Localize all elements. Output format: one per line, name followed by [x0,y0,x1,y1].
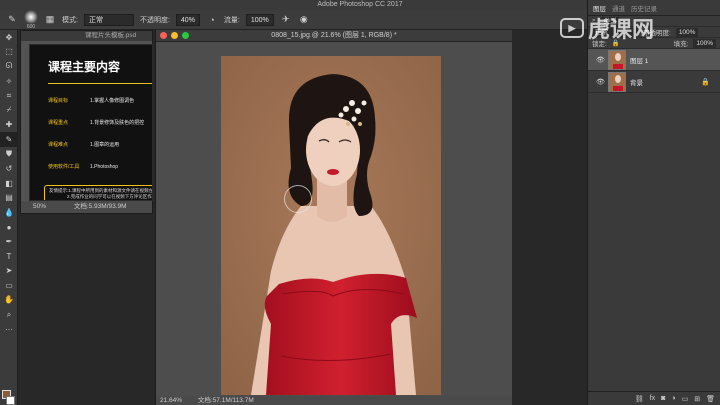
photo-document-tab[interactable]: 0808_15.jpg @ 21.6% (图层 1, RGB/8) * [156,30,512,42]
portrait-canvas[interactable] [221,56,441,395]
marquee-tool-icon[interactable]: ⬚ [0,45,18,60]
slide-document-window: 课程片头模板.psd 课程主要内容 课程目标 1.掌握人像修图调色 课程重点 1.背… [20,30,153,214]
photo-status-bar: 21.64% 文档:57.1M/113.7M [156,396,513,405]
slide-row: 使用软件/工具 1.Photoshop [48,164,119,170]
note-line: 2.完成作业的同学可以在视频下方评论区作 [67,194,152,199]
brush-cursor [284,185,312,213]
slide-note-box: 友情提示:1.课程中所用到的素材和源文件请在视频左 2.完成作业的同学可以在视频… [44,185,152,200]
course-slide-canvas: 课程主要内容 课程目标 1.掌握人像修图调色 课程重点 1.背景修饰及肤色的把控 课… [29,44,153,201]
lasso-tool-icon[interactable]: ᘏ [0,59,18,74]
layer-row-background[interactable]: 👁 背景 🔒 [588,71,720,93]
mode-label: 模式: [62,16,78,24]
pressure-size-icon[interactable]: ◉ [298,14,310,26]
visibility-eye-icon[interactable]: 👁 [596,56,605,64]
watermark: ▶ 虎课网 [560,12,654,44]
close-window-icon[interactable] [160,32,167,39]
pen-tool-icon[interactable]: ✒ [0,234,18,249]
play-icon: ▶ [560,18,584,38]
brush-size-label: 600 [26,23,36,30]
slide-row: 课程难点 1.图章的运用 [48,142,120,148]
layer-thumbnail [608,49,626,70]
zoom-readout[interactable]: 21.64% [160,397,182,404]
eraser-tool-icon[interactable]: ◧ [0,176,18,191]
layer-name: 背景 [630,79,643,87]
fill-field[interactable]: 100% [693,38,716,48]
layer-row-layer1[interactable]: 👁 图层 1 [588,49,720,71]
slide-status-bar: 50% 文档:5.93M/93.9M [21,201,152,213]
window-controls [160,32,189,39]
portrait-photo [221,56,441,395]
link-layers-icon[interactable]: ⛓ [635,395,644,403]
move-tool-icon[interactable]: ✥ [0,30,18,45]
type-tool-icon[interactable]: T [0,249,18,264]
flow-field[interactable]: 100% [245,13,274,26]
doc-size-readout: 文档:5.93M/93.9M [73,203,127,210]
flow-label: 流量: [223,16,240,24]
heading-underline [48,83,152,84]
opacity-label: 不透明度: [139,16,170,24]
layer-style-icon[interactable]: fx [650,395,655,402]
gradient-tool-icon[interactable]: ▤ [0,191,18,206]
zoom-tool-icon[interactable]: ⌕ [0,307,18,322]
doc-size-readout: 文档:57.1M/113.7M [197,397,254,404]
photo-document-window: 0808_15.jpg @ 21.6% (图层 1, RGB/8) * 21.6… [155,30,513,405]
layer-thumbnail [608,71,626,92]
airbrush-icon[interactable]: ✈ [280,14,292,26]
brush-tool-icon[interactable]: ✎ [6,14,18,26]
brush-settings-icon[interactable]: ▦ [44,14,56,26]
fill-label: 填充: [673,41,689,48]
workspace-background [512,30,587,405]
watermark-text: 虎课网 [588,17,655,42]
slide-heading: 课程主要内容 [48,60,121,74]
delete-layer-icon[interactable]: 🗑 [706,395,715,403]
hand-tool-icon[interactable]: ✋ [0,293,18,308]
layers-panel-footer: ⛓ fx ◙ ◑ ▭ ⊞ 🗑 [588,391,720,405]
shape-tool-icon[interactable]: ▭ [0,278,18,293]
tools-panel: ✥ ⬚ ᘏ ✧ ⌗ ⌿ ✚ ✎ ⛊ ↺ ◧ ▤ 💧 ● ✒ T ➤ ▭ ✋ ⌕ … [0,30,18,405]
crop-tool-icon[interactable]: ⌗ [0,88,18,103]
quick-select-tool-icon[interactable]: ✧ [0,74,18,89]
dodge-tool-icon[interactable]: ● [0,220,18,235]
new-group-icon[interactable]: ▭ [682,395,689,403]
visibility-eye-icon[interactable]: 👁 [596,78,605,86]
document-title: 0808_15.jpg @ 21.6% (图层 1, RGB/8) * [271,32,397,39]
brush-tip-preview [24,9,38,24]
more-tools-icon[interactable]: ··· [0,322,18,337]
slide-row: 课程目标 1.掌握人像修图调色 [48,98,135,104]
adjustment-layer-icon[interactable]: ◑ [671,395,675,402]
blur-tool-icon[interactable]: 💧 [0,205,18,220]
layers-panel: 图层 通道 历史记录 ⌕ 类型 正常 不透明度: 100% 锁定: 🔒 填充: … [587,0,720,405]
layer-lock-icon: 🔒 [701,78,710,86]
healing-brush-tool-icon[interactable]: ✚ [0,118,18,133]
maximize-window-icon[interactable] [182,32,189,39]
zoom-readout[interactable]: 50% [33,203,46,210]
mode-dropdown[interactable]: 正常 [83,13,134,26]
path-select-tool-icon[interactable]: ➤ [0,264,18,279]
brush-preset-picker[interactable]: 600 [24,9,38,30]
background-color-swatch[interactable] [6,396,15,405]
slide-row: 课程重点 1.背景修饰及肤色的把控 [48,120,145,126]
add-mask-icon[interactable]: ◙ [661,395,665,402]
minimize-window-icon[interactable] [171,32,178,39]
layer-opacity-field[interactable]: 100% [675,27,699,37]
layer-name: 图层 1 [630,57,649,65]
photoshop-window: Adobe Photoshop CC 2017 ✎ 600 ▦ 模式: 正常 不… [0,0,720,405]
pressure-opacity-icon[interactable]: ◔ [206,14,218,26]
opacity-field[interactable]: 40% [175,13,200,26]
eyedropper-tool-icon[interactable]: ⌿ [0,103,18,118]
new-layer-icon[interactable]: ⊞ [694,395,700,403]
slide-document-tab[interactable]: 课程片头模板.psd [21,31,152,41]
clone-stamp-tool-icon[interactable]: ⛊ [0,147,18,162]
history-brush-tool-icon[interactable]: ↺ [0,161,18,176]
brush-tool-icon[interactable]: ✎ [0,132,18,147]
